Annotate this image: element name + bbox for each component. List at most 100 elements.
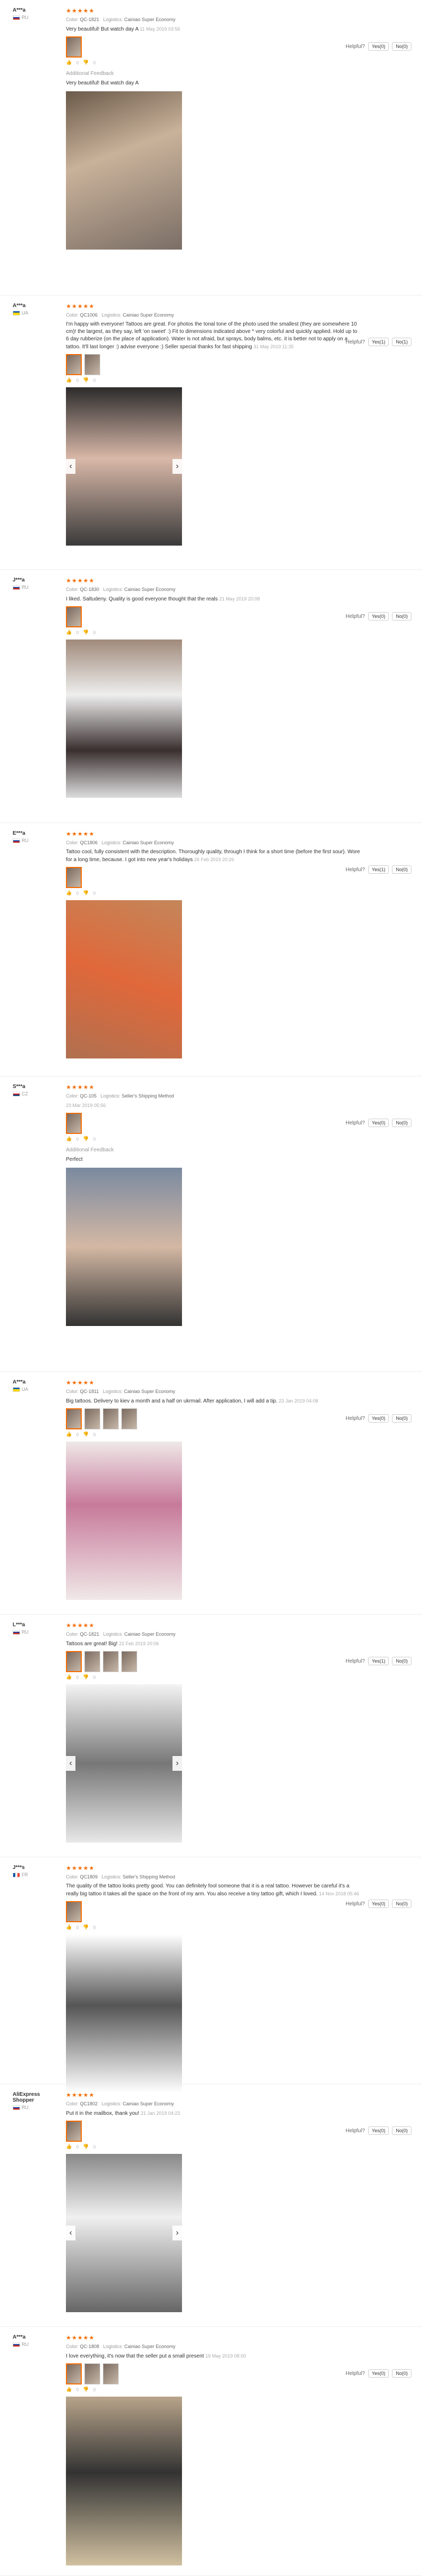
review-item: A***a UA ★★★★★ Color: QC-1811 Logistics:…	[0, 1372, 422, 1615]
review-thumbnail[interactable]	[84, 2363, 100, 2384]
country-flag-icon	[13, 585, 20, 590]
review-photo[interactable]	[66, 2397, 182, 2565]
helpful-yes-button[interactable]: Yes(0)	[368, 2126, 389, 2135]
thumbs-down-icon[interactable]: 👎	[83, 1924, 89, 1930]
review-item: E***a RU ★★★★★ Color: QC1806 Logistics: …	[0, 823, 422, 1076]
thumbs-up-icon[interactable]: 👍	[66, 377, 72, 383]
review-date: 19 May 2019 08:00	[205, 2353, 246, 2359]
helpful-yes-button[interactable]: Yes(0)	[368, 2369, 389, 2378]
helpful-no-button[interactable]: No(0)	[392, 42, 411, 51]
thumbs-down-icon[interactable]: 👎	[83, 377, 89, 383]
reviewer-country: CZ	[13, 1091, 60, 1097]
thumbs-up-icon[interactable]: 👍	[66, 2387, 72, 2392]
helpful-votes: Helpful? Yes(1) No(0)	[346, 865, 411, 874]
thumbs-down-icon[interactable]: 👎	[83, 60, 89, 65]
helpful-no-button[interactable]: No(0)	[392, 612, 411, 621]
review-thumbnail[interactable]	[66, 354, 82, 375]
review-reactions: 👍 0 👎 0	[66, 60, 96, 65]
star-rating: ★★★★★	[66, 2335, 95, 2341]
review-thumbnail[interactable]	[121, 1651, 137, 1672]
helpful-no-button[interactable]: No(0)	[392, 1119, 411, 1127]
review-photo[interactable]	[66, 900, 182, 1058]
helpful-no-button[interactable]: No(0)	[392, 2369, 411, 2378]
review-thumbnail[interactable]	[103, 1651, 119, 1672]
review-photo[interactable]	[66, 91, 182, 250]
review-date: 31 May 2019 11:35	[253, 344, 294, 349]
review-thumbnail[interactable]	[66, 1408, 82, 1429]
helpful-no-button[interactable]: No(0)	[392, 2126, 411, 2135]
review-meta: Color: QC-1830 Logistics: Cainiao Super …	[66, 587, 176, 592]
thumbs-up-icon[interactable]: 👍	[66, 60, 72, 65]
reviewer-info: A***a UA	[13, 1379, 60, 1392]
next-photo-icon[interactable]: ›	[172, 1756, 182, 1771]
helpful-yes-button[interactable]: Yes(0)	[368, 42, 389, 51]
review-meta: Color: QC-1811 Logistics: Cainiao Super …	[66, 1389, 176, 1394]
helpful-votes: Helpful? Yes(0) No(0)	[346, 1900, 411, 1908]
star-rating: ★★★★★	[66, 578, 95, 584]
prev-photo-icon[interactable]: ‹	[66, 1756, 75, 1771]
prev-photo-icon[interactable]: ‹	[66, 2226, 75, 2240]
thumbs-down-icon[interactable]: 👎	[83, 629, 89, 635]
thumbs-down-icon[interactable]: 👎	[83, 1136, 89, 1142]
helpful-yes-button[interactable]: Yes(0)	[368, 612, 389, 621]
review-thumbnail[interactable]	[84, 1651, 100, 1672]
helpful-yes-button[interactable]: Yes(1)	[368, 1657, 389, 1665]
helpful-yes-button[interactable]: Yes(1)	[368, 865, 389, 874]
helpful-no-button[interactable]: No(0)	[392, 1414, 411, 1423]
thumbs-down-icon[interactable]: 👎	[83, 890, 89, 896]
thumbs-up-icon[interactable]: 👍	[66, 1924, 72, 1930]
helpful-yes-button[interactable]: Yes(0)	[368, 1119, 389, 1127]
reviewer-country: UA	[13, 310, 60, 316]
thumbs-down-icon[interactable]: 👎	[83, 1432, 89, 1437]
thumbs-up-icon[interactable]: 👍	[66, 890, 72, 896]
review-item: A***a RU ★★★★★ Color: QC-1808 Logistics:…	[0, 2327, 422, 2576]
review-thumbnail[interactable]	[66, 1113, 82, 1134]
review-thumbnail[interactable]	[121, 1408, 137, 1429]
thumbs-up-icon[interactable]: 👍	[66, 2144, 72, 2150]
helpful-yes-button[interactable]: Yes(0)	[368, 1900, 389, 1908]
review-thumbnail[interactable]	[66, 606, 82, 627]
review-photo[interactable]: ‹ ›	[66, 387, 182, 546]
review-thumbnail[interactable]	[84, 354, 100, 375]
helpful-no-button[interactable]: No(0)	[392, 865, 411, 874]
reviewer-info: A***a UA	[13, 303, 60, 316]
review-reactions: 👍 0 👎 0	[66, 1136, 96, 1142]
helpful-no-button[interactable]: No(1)	[392, 338, 411, 346]
thumbs-down-icon[interactable]: 👎	[83, 1674, 89, 1680]
review-thumbnail[interactable]	[66, 36, 82, 58]
helpful-no-button[interactable]: No(0)	[392, 1657, 411, 1665]
review-thumbnail[interactable]	[103, 2363, 119, 2384]
review-photo[interactable]	[66, 640, 182, 798]
review-thumbnail[interactable]	[103, 1408, 119, 1429]
review-photo[interactable]: ‹ ›	[66, 1684, 182, 1843]
review-thumbnail[interactable]	[66, 1901, 82, 1922]
review-reactions: 👍 0 👎 0	[66, 2144, 96, 2150]
review-thumbnail[interactable]	[66, 2121, 82, 2142]
helpful-no-button[interactable]: No(0)	[392, 1900, 411, 1908]
thumbs-up-icon[interactable]: 👍	[66, 1432, 72, 1437]
thumbs-down-icon[interactable]: 👎	[83, 2144, 89, 2150]
next-photo-icon[interactable]: ›	[172, 2226, 182, 2240]
thumbs-up-icon[interactable]: 👍	[66, 629, 72, 635]
prev-photo-icon[interactable]: ‹	[66, 459, 75, 474]
review-thumbnail[interactable]	[66, 1651, 82, 1672]
helpful-yes-button[interactable]: Yes(1)	[368, 338, 389, 346]
next-photo-icon[interactable]: ›	[172, 459, 182, 474]
review-date: 26 Feb 2019 20:26	[194, 857, 234, 862]
review-photo[interactable]: ‹ ›	[66, 2154, 182, 2312]
review-photo[interactable]	[66, 1442, 182, 1600]
star-rating: ★★★★★	[66, 303, 95, 310]
review-thumbnail[interactable]	[84, 1408, 100, 1429]
review-photo[interactable]	[66, 1168, 182, 1326]
helpful-yes-button[interactable]: Yes(0)	[368, 1414, 389, 1423]
review-thumbnail[interactable]	[66, 2363, 82, 2384]
thumbs-up-icon[interactable]: 👍	[66, 1674, 72, 1680]
review-photo[interactable]	[66, 1934, 182, 2093]
review-thumbnail[interactable]	[66, 867, 82, 888]
thumbs-down-icon[interactable]: 👎	[83, 2387, 89, 2392]
thumbs-up-icon[interactable]: 👍	[66, 1136, 72, 1142]
review-text: 23 Mar 2019 05:56	[66, 1102, 361, 1110]
review-meta: Color: QC-1821 Logistics: Cainiao Super …	[66, 17, 176, 22]
star-rating: ★★★★★	[66, 1380, 95, 1386]
reviewer-country: FR	[13, 1872, 60, 1878]
